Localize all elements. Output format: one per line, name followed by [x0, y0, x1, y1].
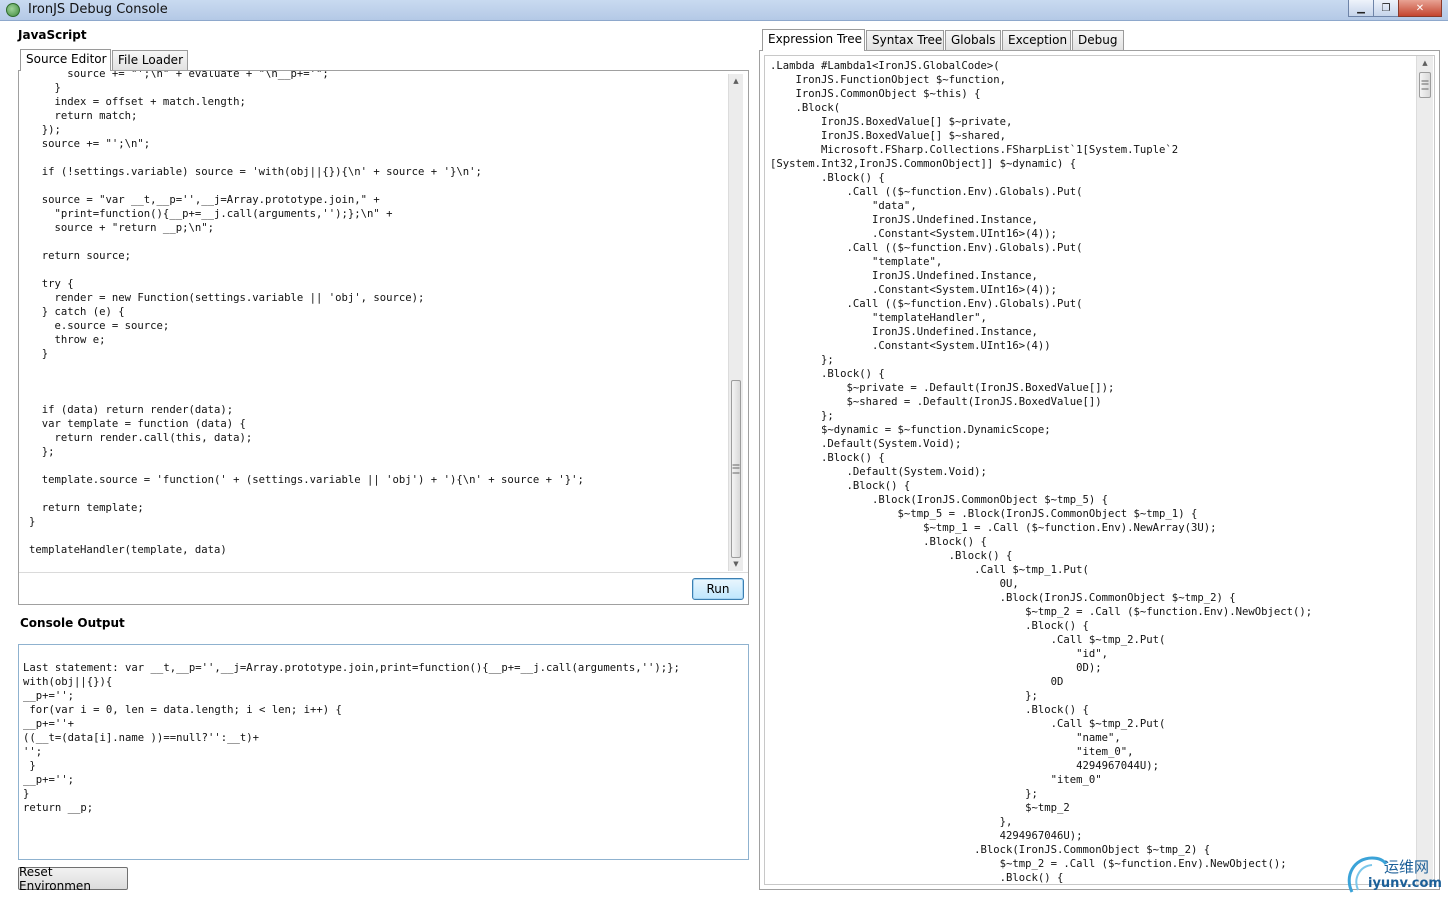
tab-exception[interactable]: Exception: [1002, 30, 1071, 50]
tab-globals[interactable]: Globals: [945, 30, 1001, 50]
javascript-heading: JavaScript: [18, 28, 87, 42]
expression-tree-text: .Lambda #Lambda1<IronJS.GlobalCode>( Iro…: [770, 60, 1313, 884]
watermark-cn-text: 运维网: [1384, 858, 1430, 876]
tab-file-loader[interactable]: File Loader: [112, 50, 188, 70]
expression-tree-view[interactable]: .Lambda #Lambda1<IronJS.GlobalCode>( Iro…: [764, 55, 1435, 885]
close-button[interactable]: ✕: [1398, 0, 1442, 17]
console-output-panel[interactable]: Last statement: var __t,__p='',__j=Array…: [18, 644, 749, 860]
reset-environment-button[interactable]: Reset Environmen: [18, 865, 128, 893]
minimize-button[interactable]: ▁: [1348, 0, 1374, 17]
source-editor[interactable]: source += "';\n" + evaluate + "\n__p+='"…: [19, 71, 748, 573]
watermark-site-text: iyunv.com: [1368, 876, 1442, 891]
scroll-up-arrow[interactable]: ▲: [1417, 56, 1433, 70]
window-controls: ▁ ❐ ✕: [1348, 0, 1442, 18]
tab-source-editor[interactable]: Source Editor: [20, 49, 111, 71]
scroll-thumb[interactable]: [731, 380, 741, 558]
expression-tree-panel: .Lambda #Lambda1<IronJS.GlobalCode>( Iro…: [759, 50, 1440, 890]
tab-expression-tree[interactable]: Expression Tree: [762, 29, 865, 51]
source-code[interactable]: source += "';\n" + evaluate + "\n__p+='"…: [29, 71, 729, 567]
console-output-text: Last statement: var __t,__p='',__j=Array…: [23, 662, 680, 814]
run-button[interactable]: Run: [692, 578, 744, 600]
watermark-logo: 运维网 iyunv.com: [1344, 852, 1444, 898]
source-scrollbar[interactable]: ▲ ▼: [728, 74, 743, 571]
maximize-button[interactable]: ❐: [1373, 0, 1399, 17]
app-icon: [6, 3, 20, 17]
scroll-up-arrow[interactable]: ▲: [729, 74, 743, 88]
scroll-down-arrow[interactable]: ▼: [729, 557, 743, 571]
tab-syntax-tree[interactable]: Syntax Tree: [866, 30, 944, 50]
title-bar: IronJS Debug Console ▁ ❐ ✕: [0, 0, 1448, 21]
expression-tree-scrollbar[interactable]: ▲: [1416, 56, 1433, 884]
console-heading: Console Output: [20, 616, 125, 630]
tab-debug[interactable]: Debug: [1072, 30, 1124, 50]
window-title: IronJS Debug Console: [28, 2, 168, 17]
source-editor-panel: source += "';\n" + evaluate + "\n__p+='"…: [18, 70, 749, 605]
scroll-thumb[interactable]: [1419, 72, 1431, 98]
